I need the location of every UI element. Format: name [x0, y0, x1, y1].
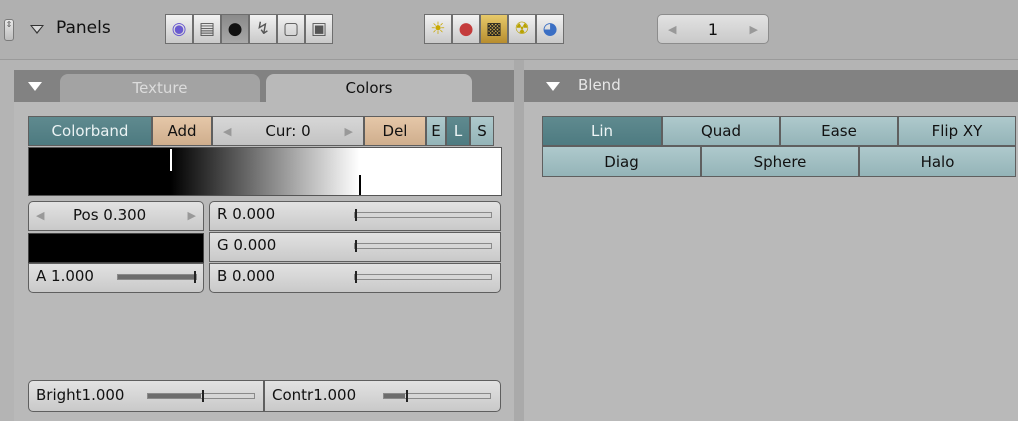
blue-track — [354, 271, 492, 283]
up-down-arrows-icon[interactable]: ⇕ — [4, 19, 14, 41]
green-track — [354, 240, 492, 252]
collapse-triangle-icon[interactable] — [546, 82, 560, 91]
blend-halo-button[interactable]: Halo — [859, 146, 1016, 177]
brightness-slider[interactable]: Bright1.000 — [28, 380, 264, 412]
interp-e-button[interactable]: E — [426, 116, 446, 146]
green-knob[interactable] — [355, 240, 357, 252]
brightness-track — [147, 390, 255, 402]
collapse-triangle-icon[interactable] — [28, 82, 42, 91]
colorband-marker[interactable] — [359, 175, 361, 195]
blend-flip-xy-button[interactable]: Flip XY — [898, 116, 1016, 146]
radiosity-icon[interactable]: ☢ — [508, 14, 536, 44]
delete-button[interactable]: Del — [364, 116, 426, 146]
red-slider[interactable]: R 0.000 — [209, 201, 501, 231]
contrast-knob[interactable] — [406, 390, 408, 402]
colors-panel-header: Texture Colors — [14, 70, 514, 102]
frame-number-field[interactable]: ◀ 1 ▶ — [657, 14, 769, 44]
logic-icon[interactable]: ◉ — [165, 14, 193, 44]
blue-label: B 0.000 — [217, 267, 276, 285]
alpha-fill — [118, 275, 196, 279]
alpha-slider[interactable]: A 1.000 — [28, 263, 204, 293]
cur-value: Cur: 0 — [265, 122, 311, 140]
contrast-label: Contr1.000 — [272, 386, 357, 404]
alpha-knob[interactable] — [194, 271, 196, 283]
contrast-slider[interactable]: Contr1.000 — [264, 380, 501, 412]
alpha-track — [117, 271, 197, 283]
color-swatch[interactable] — [28, 233, 204, 263]
object-icon[interactable]: ↯ — [249, 14, 277, 44]
add-button[interactable]: Add — [152, 116, 212, 146]
alpha-label: A 1.000 — [36, 267, 94, 285]
blend-quad-button[interactable]: Quad — [662, 116, 780, 146]
decrement-arrow-icon[interactable]: ◀ — [36, 209, 44, 222]
panel-separator — [514, 60, 524, 421]
red-label: R 0.000 — [217, 205, 276, 223]
world-icon[interactable]: ◕ — [536, 14, 564, 44]
contrast-fill — [384, 394, 406, 398]
cur-field[interactable]: ◀ Cur: 0 ▶ — [212, 116, 364, 146]
position-value: Pos 0.300 — [73, 206, 147, 224]
increment-arrow-icon[interactable]: ▶ — [750, 23, 758, 36]
blend-panel-header: Blend — [524, 70, 1018, 102]
blend-diag-button[interactable]: Diag — [542, 146, 701, 177]
increment-arrow-icon[interactable]: ▶ — [188, 209, 196, 222]
scene-icon[interactable]: ▣ — [305, 14, 333, 44]
blue-slider[interactable]: B 0.000 — [209, 263, 501, 293]
blend-ease-button[interactable]: Ease — [780, 116, 898, 146]
lamp-icon[interactable]: ☀ — [424, 14, 452, 44]
red-knob[interactable] — [355, 209, 357, 221]
shading-icon[interactable]: ● — [221, 14, 249, 44]
brightness-fill — [148, 394, 201, 398]
panels-menu-label[interactable]: Panels — [56, 18, 111, 38]
brightness-label: Bright1.000 — [36, 386, 125, 404]
blend-panel-title: Blend — [578, 76, 621, 94]
script-icon[interactable]: ▤ — [193, 14, 221, 44]
header-bar: ⇕ Panels ◉ ▤ ● ↯ ▢ ▣ ☀ ● ▩ ☢ ◕ ◀ 1 ▶ — [0, 0, 1018, 60]
tab-texture[interactable]: Texture — [60, 74, 260, 102]
green-slider[interactable]: G 0.000 — [209, 232, 501, 262]
green-label: G 0.000 — [217, 236, 277, 254]
tab-colors[interactable]: Colors — [266, 74, 472, 102]
colorband-toggle-button[interactable]: Colorband — [28, 116, 152, 146]
increment-arrow-icon[interactable]: ▶ — [345, 125, 353, 138]
triangle-down-icon[interactable] — [30, 25, 44, 34]
material-icon[interactable]: ● — [452, 14, 480, 44]
decrement-arrow-icon[interactable]: ◀ — [223, 125, 231, 138]
brightness-knob[interactable] — [202, 390, 204, 402]
contrast-track — [383, 390, 491, 402]
blender-buttons-window: ⇕ Panels ◉ ▤ ● ↯ ▢ ▣ ☀ ● ▩ ☢ ◕ ◀ 1 ▶ Tex… — [0, 0, 1018, 421]
colorband-marker-active[interactable] — [170, 149, 172, 171]
decrement-arrow-icon[interactable]: ◀ — [668, 23, 676, 36]
blend-sphere-button[interactable]: Sphere — [701, 146, 859, 177]
editing-icon[interactable]: ▢ — [277, 14, 305, 44]
red-track — [354, 209, 492, 221]
position-field[interactable]: ◀ Pos 0.300 ▶ — [28, 201, 204, 231]
frame-number-value: 1 — [707, 19, 719, 39]
texture-icon[interactable]: ▩ — [480, 14, 508, 44]
colorband-gradient[interactable] — [28, 147, 502, 196]
blend-lin-button[interactable]: Lin — [542, 116, 662, 146]
blue-knob[interactable] — [355, 271, 357, 283]
interp-l-button[interactable]: L — [446, 116, 470, 146]
interp-s-button[interactable]: S — [470, 116, 494, 146]
